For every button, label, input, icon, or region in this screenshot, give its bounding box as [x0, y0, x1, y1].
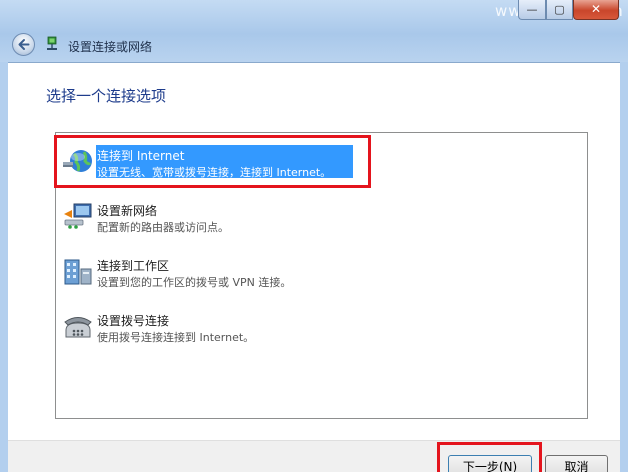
option-description: 使用拨号连接连接到 Internet。	[97, 331, 255, 344]
maximize-button[interactable]: ▢	[546, 0, 573, 20]
network-icon	[47, 36, 57, 50]
back-arrow-icon	[18, 39, 30, 50]
workplace-icon	[64, 259, 92, 285]
wizard-window: www.it528.com — ▢ ✕ 设置连接或网络 选择一个连接选项 连接到…	[0, 0, 628, 472]
minimize-button[interactable]: —	[518, 0, 546, 20]
option-title: 设置拨号连接	[97, 314, 170, 328]
network-setup-icon	[64, 203, 92, 229]
dialup-phone-icon	[64, 317, 92, 338]
page-heading: 选择一个连接选项	[46, 87, 167, 105]
close-button[interactable]: ✕	[573, 0, 619, 20]
window-title: 设置连接或网络	[68, 40, 153, 54]
option-setup-network[interactable]: 设置新网络 配置新的路由器或访问点。	[62, 198, 362, 238]
red-highlight-option	[54, 135, 371, 188]
option-setup-dialup[interactable]: 设置拨号连接 使用拨号连接连接到 Internet。	[62, 308, 362, 348]
option-description: 设置到您的工作区的拨号或 VPN 连接。	[97, 276, 292, 289]
back-button[interactable]	[12, 33, 35, 56]
option-description: 配置新的路由器或访问点。	[97, 221, 229, 234]
cancel-button[interactable]: 取消	[545, 455, 608, 472]
red-highlight-next	[437, 442, 542, 472]
option-title: 连接到工作区	[97, 259, 170, 273]
option-title: 设置新网络	[97, 204, 158, 218]
window-frame-right	[620, 62, 628, 472]
option-connect-workplace[interactable]: 连接到工作区 设置到您的工作区的拨号或 VPN 连接。	[62, 253, 362, 293]
window-frame-left	[0, 62, 8, 472]
